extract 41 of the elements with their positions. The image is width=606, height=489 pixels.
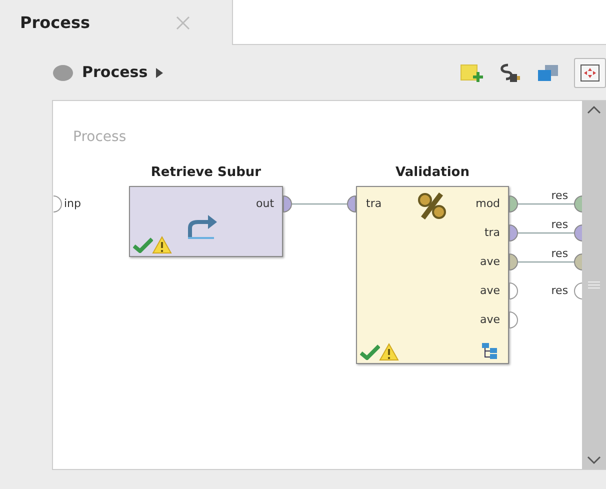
port-label: ave <box>480 313 500 327</box>
port[interactable] <box>283 195 292 213</box>
process-icon <box>52 64 74 82</box>
port-label: out <box>256 197 274 211</box>
port[interactable] <box>53 195 62 213</box>
operator-title: Validation <box>394 164 470 182</box>
port[interactable] <box>574 195 582 213</box>
port-label: tra <box>366 197 382 211</box>
triangle-right-icon[interactable] <box>156 68 163 78</box>
canvas-title: Process <box>73 128 126 147</box>
plug-icon[interactable] <box>498 62 522 84</box>
scrollbar-grip-icon[interactable] <box>587 281 602 289</box>
port-label: res <box>551 284 568 298</box>
port-label: ave <box>480 284 500 298</box>
port[interactable] <box>509 195 518 213</box>
subprocess-icon[interactable] <box>481 342 499 360</box>
port[interactable] <box>509 282 518 300</box>
port-label: res <box>551 189 568 203</box>
operator-box[interactable] <box>356 186 509 364</box>
fit-view-button[interactable] <box>574 58 606 88</box>
port-label: res <box>551 247 568 261</box>
port-label: tra <box>484 226 500 240</box>
operator-title: Retrieve Subur <box>150 164 262 182</box>
port[interactable] <box>509 224 518 242</box>
port[interactable] <box>574 224 582 242</box>
port-label: mod <box>476 197 500 211</box>
port[interactable] <box>574 282 582 300</box>
port-label: ave <box>480 255 500 269</box>
port-label: inp <box>64 197 82 211</box>
port[interactable] <box>509 253 518 271</box>
chevron-up-icon[interactable] <box>587 105 602 114</box>
chevron-down-icon[interactable] <box>587 456 602 465</box>
port[interactable] <box>574 253 582 271</box>
port[interactable] <box>509 311 518 329</box>
breadcrumb-link[interactable]: Process <box>82 61 148 84</box>
port[interactable] <box>347 195 356 213</box>
operator-box[interactable] <box>129 186 283 257</box>
tab[interactable]: Process <box>0 0 233 45</box>
add-note-icon[interactable] <box>460 62 484 84</box>
port-label: res <box>551 218 568 232</box>
fit-icon <box>579 62 601 82</box>
